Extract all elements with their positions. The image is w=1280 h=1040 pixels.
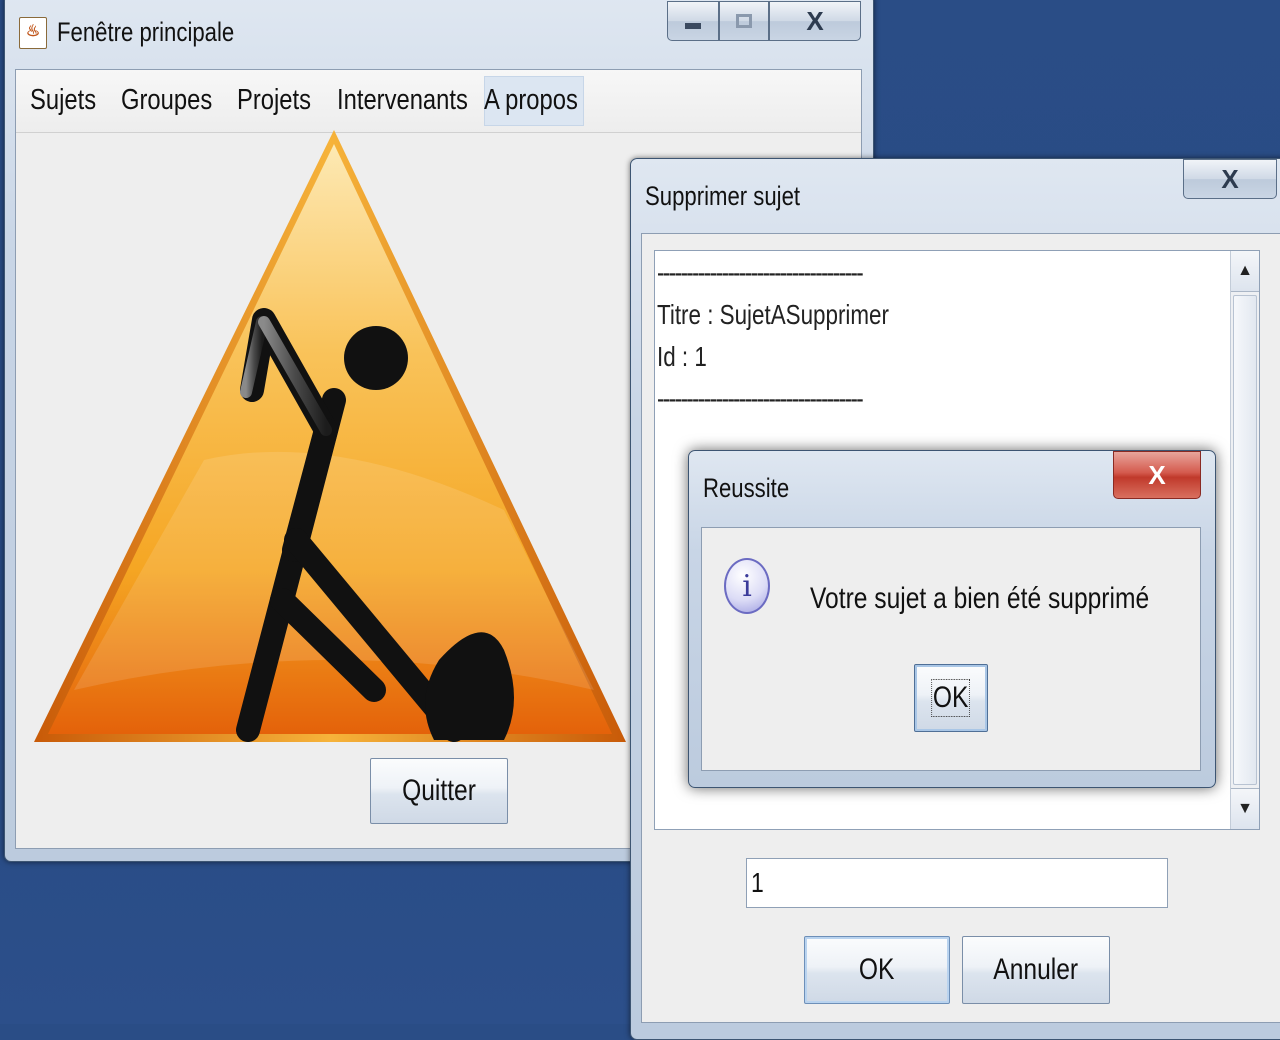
info-icon: i bbox=[724, 558, 770, 614]
maximize-icon bbox=[736, 14, 752, 28]
minimize-icon bbox=[685, 23, 701, 29]
scroll-up-arrow-icon[interactable]: ▲ bbox=[1231, 251, 1259, 292]
main-window-title: Fenêtre principale bbox=[57, 17, 235, 47]
delete-dialog-close-button[interactable]: X bbox=[1183, 159, 1277, 199]
delete-ok-button[interactable]: OK bbox=[804, 936, 950, 1004]
menu-sujets[interactable]: Sujets bbox=[30, 84, 96, 117]
output-line-separator: ----------------------------------- bbox=[657, 257, 864, 288]
delete-cancel-button[interactable]: Annuler bbox=[962, 936, 1110, 1004]
close-icon: X bbox=[1148, 459, 1166, 490]
close-icon: X bbox=[806, 5, 824, 36]
java-app-icon: ♨ bbox=[19, 17, 47, 49]
vertical-scrollbar[interactable]: ▲ ▼ bbox=[1230, 251, 1259, 829]
output-line-id: Id : 1 bbox=[657, 341, 707, 372]
success-message: Votre sujet a bien été supprimé bbox=[810, 582, 1150, 615]
subject-id-value: 1 bbox=[751, 867, 764, 898]
success-ok-button[interactable]: OK bbox=[914, 664, 988, 732]
menu-groupes[interactable]: Groupes bbox=[121, 84, 212, 117]
quit-button[interactable]: Quitter bbox=[370, 758, 508, 824]
main-close-button[interactable]: X bbox=[769, 1, 861, 41]
construction-sign-image bbox=[34, 130, 626, 742]
menu-a-propos[interactable]: A propos bbox=[484, 84, 578, 117]
close-icon: X bbox=[1221, 163, 1239, 194]
success-dialog-titlebar[interactable]: Reussite X bbox=[689, 451, 1215, 523]
menu-bar: Sujets Groupes Projets Intervenants A pr… bbox=[16, 70, 861, 133]
success-dialog-content: i Votre sujet a bien été supprimé OK bbox=[701, 527, 1201, 771]
minimize-button[interactable] bbox=[667, 1, 719, 41]
delete-dialog-titlebar[interactable]: Supprimer sujet X bbox=[631, 159, 1280, 229]
success-dialog: Reussite X i Votre sujet a bien été supp… bbox=[688, 450, 1216, 788]
output-line-separator-2: ----------------------------------- bbox=[657, 383, 864, 414]
subject-id-input[interactable]: 1 bbox=[746, 858, 1168, 908]
scroll-thumb[interactable] bbox=[1233, 295, 1257, 785]
menu-intervenants[interactable]: Intervenants bbox=[337, 84, 468, 117]
delete-dialog-title: Supprimer sujet bbox=[645, 181, 801, 211]
success-dialog-title: Reussite bbox=[703, 473, 790, 503]
main-window-titlebar[interactable]: ♨ Fenêtre principale X bbox=[5, 0, 873, 63]
scroll-down-arrow-icon[interactable]: ▼ bbox=[1231, 788, 1259, 829]
menu-projets[interactable]: Projets bbox=[237, 84, 311, 117]
success-dialog-close-button[interactable]: X bbox=[1113, 451, 1201, 499]
output-line-title: Titre : SujetASupprimer bbox=[657, 299, 889, 330]
maximize-button[interactable] bbox=[719, 1, 769, 41]
